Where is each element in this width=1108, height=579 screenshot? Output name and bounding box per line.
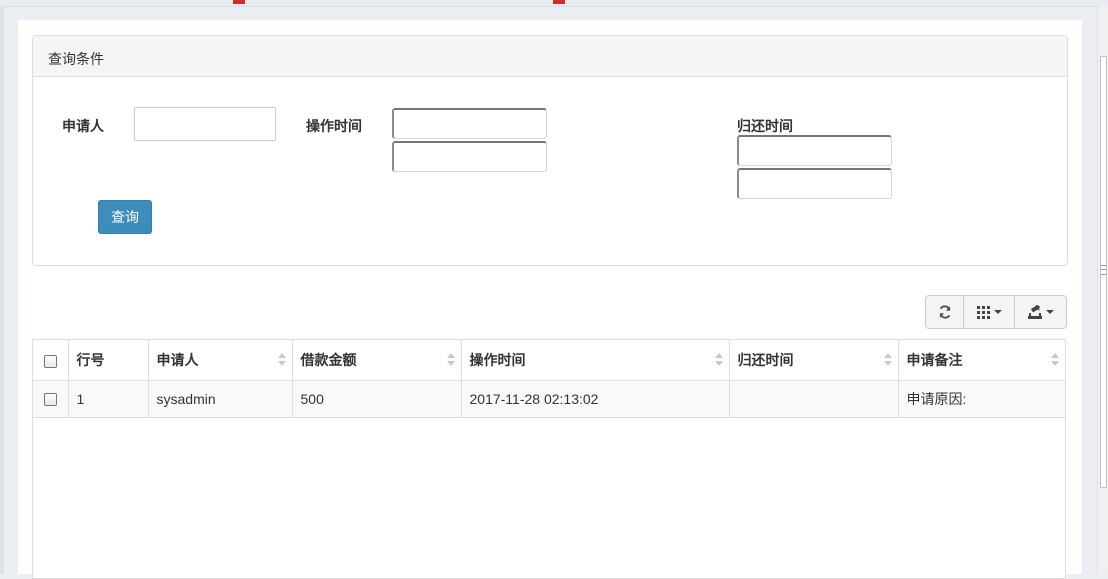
browser-top-strip [0, 0, 1108, 7]
column-header-return-time[interactable]: 归还时间 [729, 340, 899, 381]
return-time-from-input[interactable] [737, 135, 892, 166]
column-header-applicant[interactable]: 申请人 [148, 340, 293, 381]
vertical-scrollbar[interactable] [1097, 6, 1108, 574]
export-button[interactable] [1015, 296, 1066, 328]
panel-heading: 查询条件 [33, 36, 1067, 77]
search-panel: 查询条件 申请人 操作时间 归还时间 查询 [32, 35, 1068, 266]
row-checkbox[interactable] [43, 393, 57, 407]
column-header-remark[interactable]: 申请备注 [898, 340, 1065, 381]
cell-amount: 500 [292, 380, 462, 418]
return-time-to-input[interactable] [737, 168, 892, 199]
select-all-cell [33, 340, 69, 381]
operation-time-to-input[interactable] [392, 141, 547, 172]
applicant-label: 申请人 [62, 118, 104, 134]
columns-button[interactable] [964, 296, 1015, 328]
operation-time-from-input[interactable] [392, 108, 547, 139]
scrollbar-grip-icon [1101, 265, 1106, 275]
cell-remark: 申请原因: [898, 380, 1065, 418]
sort-icon [277, 353, 286, 367]
chevron-down-icon [1045, 310, 1054, 314]
table-toolbar [925, 295, 1067, 329]
cell-return-time [729, 380, 899, 418]
tab-marker [553, 0, 565, 4]
table-row[interactable]: 1 sysadmin 500 2017-11-28 02:13:02 申请原因: [33, 380, 1065, 418]
column-header-label: 操作时间 [469, 351, 526, 368]
applicant-input[interactable] [134, 107, 276, 141]
query-button[interactable]: 查询 [98, 200, 152, 234]
return-time-label: 归还时间 [737, 118, 793, 134]
column-header-row-number: 行号 [68, 340, 149, 381]
sort-icon [714, 353, 723, 367]
main-content: 查询条件 申请人 操作时间 归还时间 查询 行号 申请人 借款金额 操作时间 归… [18, 20, 1082, 579]
sort-icon [1051, 353, 1059, 367]
table-header-row: 行号 申请人 借款金额 操作时间 归还时间 申请备注 [33, 340, 1065, 381]
left-edge [0, 6, 4, 574]
sort-icon [446, 353, 455, 367]
column-header-label: 申请人 [156, 351, 199, 368]
panel-title: 查询条件 [48, 51, 104, 67]
column-header-label: 行号 [76, 351, 105, 368]
column-header-label: 申请备注 [906, 351, 963, 368]
column-header-amount[interactable]: 借款金额 [292, 340, 462, 381]
select-all-checkbox[interactable] [43, 354, 57, 368]
data-table-container: 行号 申请人 借款金额 操作时间 归还时间 申请备注 1 sysadmin 50… [32, 339, 1066, 579]
operation-time-label: 操作时间 [306, 118, 362, 134]
columns-icon [976, 305, 990, 319]
sort-icon [883, 353, 892, 367]
refresh-button[interactable] [926, 296, 964, 328]
cell-operation-time: 2017-11-28 02:13:02 [461, 380, 730, 418]
scrollbar-thumb[interactable] [1100, 56, 1107, 488]
tab-marker [233, 0, 245, 4]
refresh-icon [939, 305, 950, 319]
column-header-operation-time[interactable]: 操作时间 [461, 340, 730, 381]
cell-row-number: 1 [68, 380, 149, 418]
row-select-cell [33, 380, 69, 418]
chevron-down-icon [993, 310, 1002, 314]
column-header-label: 借款金额 [300, 351, 357, 368]
export-icon [1027, 305, 1042, 319]
column-header-label: 归还时间 [737, 351, 794, 368]
cell-applicant: sysadmin [148, 380, 293, 418]
data-table: 行号 申请人 借款金额 操作时间 归还时间 申请备注 1 sysadmin 50… [33, 340, 1065, 418]
